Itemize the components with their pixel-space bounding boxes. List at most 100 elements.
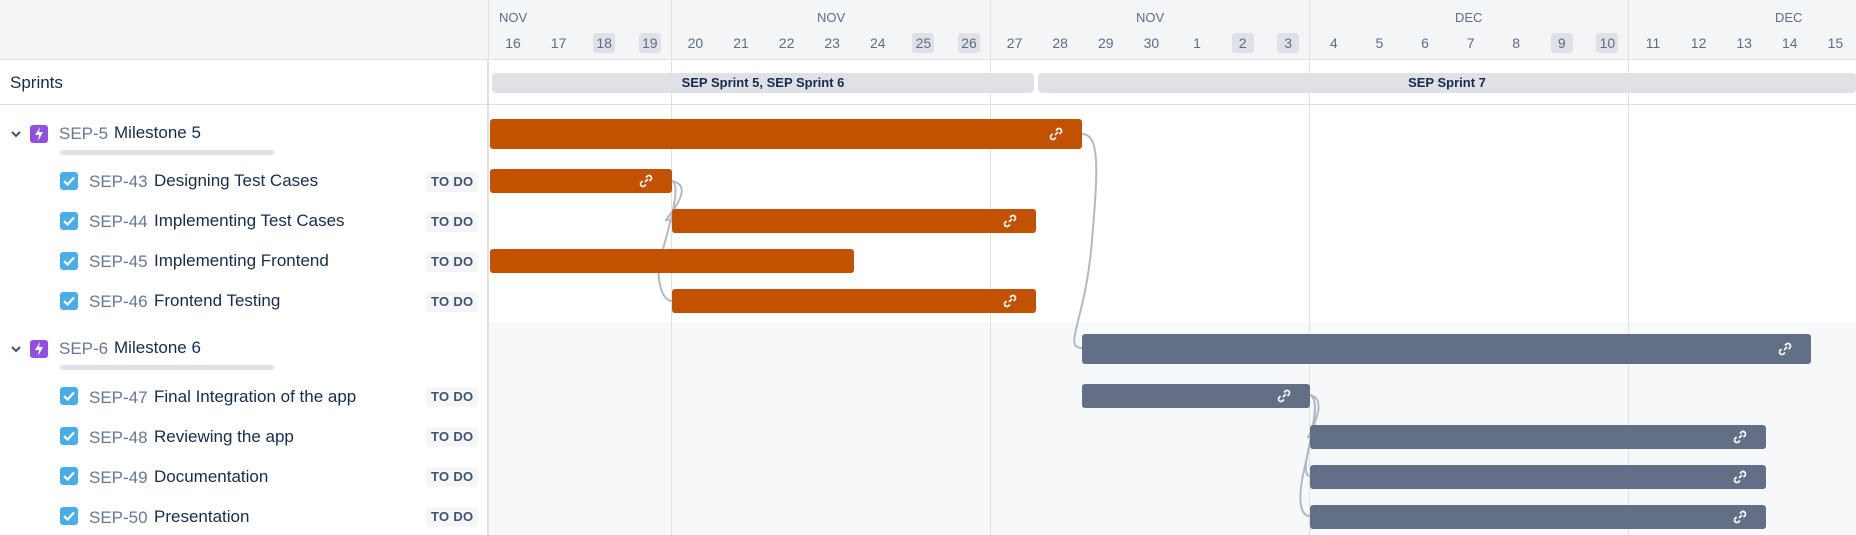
issue-summary[interactable]: Implementing Frontend bbox=[154, 251, 329, 271]
issue-key[interactable]: SEP-45 bbox=[89, 252, 148, 272]
day-tick-label: 29 bbox=[1098, 35, 1114, 51]
day-tick-label: 13 bbox=[1736, 35, 1752, 51]
day-tick-label: 27 bbox=[1006, 35, 1023, 51]
issue-summary[interactable]: Milestone 6 bbox=[114, 338, 201, 358]
checkbox-icon bbox=[60, 172, 78, 190]
task-bar-sep-45[interactable] bbox=[490, 249, 854, 273]
issue-key[interactable]: SEP-6 bbox=[59, 339, 108, 359]
day-tick-label: 6 bbox=[1421, 35, 1429, 51]
day-tick-label: 22 bbox=[778, 35, 795, 51]
day-tick-label: 10 bbox=[1596, 33, 1619, 53]
issue-summary[interactable]: Documentation bbox=[154, 467, 268, 487]
lightning-icon bbox=[30, 125, 48, 143]
divider bbox=[488, 0, 489, 535]
task-bar-sep-48[interactable] bbox=[1310, 425, 1766, 449]
link-icon[interactable] bbox=[1002, 293, 1018, 309]
status-badge[interactable]: TO DO bbox=[426, 172, 479, 192]
link-icon[interactable] bbox=[1002, 213, 1018, 229]
task-bar-sep-43[interactable] bbox=[490, 169, 672, 193]
link-icon[interactable] bbox=[1777, 341, 1793, 357]
issue-summary[interactable]: Milestone 5 bbox=[114, 123, 201, 143]
link-icon[interactable] bbox=[1732, 469, 1748, 485]
issue-key[interactable]: SEP-5 bbox=[59, 124, 108, 144]
day-tick-label: 14 bbox=[1782, 35, 1798, 51]
day-tick-label: 9 bbox=[1550, 33, 1573, 53]
month-label: DEC bbox=[1775, 10, 1803, 25]
status-badge[interactable]: TO DO bbox=[426, 467, 479, 487]
lightning-icon bbox=[30, 340, 48, 358]
sprint-bar[interactable]: SEP Sprint 7 bbox=[1038, 73, 1856, 93]
checkbox-icon bbox=[60, 252, 78, 270]
checkbox-icon bbox=[60, 212, 78, 230]
link-icon[interactable] bbox=[1276, 388, 1292, 404]
day-tick-label: 25 bbox=[912, 33, 935, 53]
link-icon[interactable] bbox=[1732, 509, 1748, 525]
link-icon[interactable] bbox=[638, 173, 654, 189]
month-label: NOV bbox=[817, 10, 846, 25]
checkbox-icon bbox=[60, 467, 78, 485]
divider bbox=[0, 104, 488, 105]
day-tick-label: 30 bbox=[1143, 35, 1160, 51]
task-bar-sep-47[interactable] bbox=[1082, 384, 1310, 408]
day-tick-label: 8 bbox=[1512, 35, 1521, 51]
issue-key[interactable]: SEP-49 bbox=[89, 468, 148, 488]
issue-key[interactable]: SEP-44 bbox=[89, 212, 148, 232]
chevron-down-icon[interactable] bbox=[9, 342, 23, 356]
day-tick-label: 15 bbox=[1827, 35, 1844, 51]
status-badge[interactable]: TO DO bbox=[426, 387, 479, 407]
list-header bbox=[0, 0, 488, 60]
day-tick-label: 23 bbox=[824, 35, 840, 51]
day-tick-label: 11 bbox=[1645, 35, 1661, 51]
issue-summary[interactable]: Implementing Test Cases bbox=[154, 211, 345, 231]
sprint-bar[interactable]: SEP Sprint 5, SEP Sprint 6 bbox=[492, 73, 1034, 93]
day-tick-label: 26 bbox=[958, 33, 980, 53]
day-tick-label: 17 bbox=[550, 35, 567, 51]
task-bar-sep-46[interactable] bbox=[672, 289, 1036, 313]
day-tick-label: 18 bbox=[593, 33, 616, 53]
day-tick-label: 5 bbox=[1375, 35, 1384, 51]
day-tick-label: 21 bbox=[733, 35, 749, 51]
day-tick-label: 7 bbox=[1466, 35, 1475, 51]
epic-bar-sep-6[interactable] bbox=[1082, 334, 1811, 364]
status-badge[interactable]: TO DO bbox=[426, 507, 479, 527]
issue-summary[interactable]: Frontend Testing bbox=[154, 291, 280, 311]
issue-key[interactable]: SEP-43 bbox=[89, 172, 148, 192]
epic-bar-sep-5[interactable] bbox=[490, 119, 1082, 149]
task-bar-sep-50[interactable] bbox=[1310, 505, 1766, 529]
month-label: NOV bbox=[1136, 10, 1165, 25]
issue-summary[interactable]: Designing Test Cases bbox=[154, 171, 318, 191]
status-badge[interactable]: TO DO bbox=[426, 427, 479, 447]
status-badge[interactable]: TO DO bbox=[426, 212, 479, 232]
checkbox-icon bbox=[60, 387, 78, 405]
issue-key[interactable]: SEP-50 bbox=[89, 508, 148, 528]
task-bar-sep-49[interactable] bbox=[1310, 465, 1766, 489]
link-icon[interactable] bbox=[1732, 429, 1748, 445]
checkbox-icon bbox=[60, 427, 78, 445]
checkbox-icon bbox=[60, 507, 78, 525]
issue-key[interactable]: SEP-46 bbox=[89, 292, 148, 312]
day-tick-label: 19 bbox=[638, 33, 661, 53]
link-icon[interactable] bbox=[1048, 126, 1064, 142]
month-label: DEC bbox=[1455, 10, 1483, 25]
issue-summary[interactable]: Final Integration of the app bbox=[154, 387, 356, 407]
divider bbox=[489, 104, 1856, 105]
progress-bar bbox=[60, 150, 274, 155]
day-tick-label: 4 bbox=[1329, 35, 1338, 51]
issue-key[interactable]: SEP-48 bbox=[89, 428, 148, 448]
chevron-down-icon[interactable] bbox=[9, 127, 23, 141]
day-tick-label: 2 bbox=[1231, 33, 1254, 53]
timeline-header: NOV NOV NOV DEC DEC 16 17 18 19 20 21 22 23 24 25… bbox=[489, 0, 1856, 60]
status-badge[interactable]: TO DO bbox=[426, 252, 479, 272]
task-bar-sep-44[interactable] bbox=[672, 209, 1036, 233]
progress-bar bbox=[60, 365, 274, 370]
day-tick-label: 20 bbox=[687, 35, 704, 51]
checkbox-icon bbox=[60, 292, 78, 310]
issue-summary[interactable]: Presentation bbox=[154, 507, 249, 527]
issue-key[interactable]: SEP-47 bbox=[89, 388, 148, 408]
issue-summary[interactable]: Reviewing the app bbox=[154, 427, 294, 447]
status-badge[interactable]: TO DO bbox=[426, 292, 479, 312]
day-tick-label: 24 bbox=[870, 35, 886, 51]
day-tick-label: 12 bbox=[1690, 35, 1707, 51]
month-label: NOV bbox=[499, 10, 528, 25]
day-tick-label: 28 bbox=[1052, 35, 1068, 51]
